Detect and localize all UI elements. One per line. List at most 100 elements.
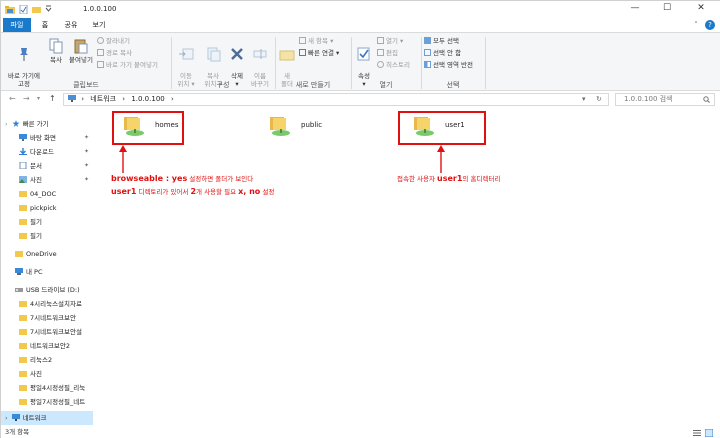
new-item-button[interactable]: 새 항목 ▾	[299, 36, 333, 46]
nav-item-notes-2[interactable]: 필기	[1, 229, 93, 243]
minimize-button[interactable]: —	[621, 1, 649, 16]
edit-icon	[377, 49, 384, 56]
copy-path-label: 경로 복사	[106, 49, 132, 57]
nav-item-label: 평일4시정성필_리눅	[30, 384, 86, 392]
quick-access-toolbar	[5, 4, 52, 15]
nav-usb-drive[interactable]: USB 드라이브 (D:)	[1, 283, 93, 297]
nav-this-pc[interactable]: 내 PC	[1, 265, 93, 279]
nav-item-label: 7시네트워크보안	[30, 314, 76, 322]
folder-icon	[19, 357, 27, 363]
paste-shortcut-label: 바로 가기 붙여넣기	[106, 61, 158, 69]
nav-usb-item[interactable]: 네트워크보안2	[1, 339, 93, 353]
annotation-text: 개 사용할 필요	[196, 188, 239, 196]
address-bar[interactable]: › 네트워크 › 1.0.0.100 › ▾ ↻	[63, 93, 609, 106]
annotation-bold: x, no	[238, 187, 261, 196]
help-icon[interactable]: ?	[705, 20, 715, 30]
nav-item-documents[interactable]: 문서 ✦	[1, 159, 93, 173]
nav-network[interactable]: › 네트워크	[1, 411, 93, 425]
folder-icon	[19, 191, 27, 197]
nav-usb-item[interactable]: 평일7시정성필_네트	[1, 395, 93, 409]
breadcrumb-host[interactable]: 1.0.0.100	[131, 95, 164, 103]
invert-selection-label: 선택 영역 반전	[433, 61, 474, 69]
open-label: 열기 ▾	[386, 37, 404, 45]
history-button[interactable]: 히스토리	[377, 60, 410, 70]
ribbon-tabs: 파일 홈 공유 보기 ˅ ?	[1, 18, 720, 32]
folder-icon	[19, 343, 27, 349]
new-folder-icon	[279, 50, 295, 61]
tab-file[interactable]: 파일	[3, 18, 31, 32]
nav-item-desktop[interactable]: 바탕 화면 ✦	[1, 131, 93, 145]
details-view-icon[interactable]	[693, 429, 701, 437]
folder-item[interactable]: public	[269, 115, 349, 145]
close-button[interactable]: ✕	[687, 1, 715, 16]
annotation-user1-directory: user1 디렉토리가 있어서 2개 사용할 필요 x, no 설정	[111, 186, 274, 196]
nav-item-notes[interactable]: 필기	[1, 215, 93, 229]
new-item-label: 새 항목 ▾	[308, 37, 334, 45]
ribbon-collapse-icon[interactable]: ˅	[691, 18, 701, 32]
clipboard-group-label: 클립보드	[73, 81, 99, 89]
up-button[interactable]: ↑	[49, 94, 56, 103]
computer-icon	[15, 268, 23, 275]
copy-button[interactable]: 복사	[45, 38, 67, 64]
nav-usb-item[interactable]: 7시네트워크보안설	[1, 325, 93, 339]
folder-icon	[19, 371, 27, 377]
nav-usb-item[interactable]: 7시네트워크보안	[1, 311, 93, 325]
organize-group-label: 구성	[216, 81, 230, 89]
paste-shortcut-icon	[97, 61, 104, 68]
edit-button[interactable]: 편집	[377, 48, 398, 58]
breadcrumb-network[interactable]: 네트워크	[90, 95, 116, 103]
large-icons-view-icon[interactable]	[705, 429, 713, 437]
copy-to-icon	[207, 47, 221, 62]
search-box[interactable]: 1.0.0.100 검색	[615, 93, 715, 106]
annotation-text: 접속한 사용자	[397, 175, 438, 183]
search-input[interactable]: 1.0.0.100 검색	[624, 95, 673, 103]
folder-icon	[19, 301, 27, 307]
breadcrumb-separator: ›	[122, 95, 126, 103]
easy-access-button[interactable]: 빠른 연결 ▾	[299, 48, 339, 58]
tab-home[interactable]: 홈	[37, 18, 53, 32]
forward-button[interactable]: →	[23, 94, 30, 103]
download-icon	[19, 148, 27, 155]
folder-name: public	[301, 121, 323, 129]
recent-locations-button[interactable]: ▾	[37, 95, 40, 102]
open-icon	[377, 37, 384, 44]
open-button[interactable]: 열기 ▾	[377, 36, 403, 46]
address-dropdown-button[interactable]: ▾	[582, 94, 586, 105]
annotation-arrow	[119, 145, 127, 173]
new-folder-icon[interactable]	[32, 5, 41, 14]
nav-usb-item[interactable]: 리눅스2	[1, 353, 93, 367]
maximize-button[interactable]: ☐	[653, 1, 681, 16]
annotation-home-directory: 접속한 사용자 user1의 홈디렉터리	[397, 173, 500, 183]
cut-button[interactable]: 잘라내기	[97, 36, 130, 46]
paste-shortcut-button[interactable]: 바로 가기 붙여넣기	[97, 60, 158, 70]
nav-item-04doc[interactable]: 04_DOC	[1, 187, 93, 201]
properties-icon[interactable]	[19, 5, 28, 14]
select-all-icon	[424, 37, 431, 44]
navigation-pane: › 빠른 가기 바탕 화면 ✦ 다운로드 ✦ 문서 ✦ 사진 ✦ 04_DOC pickp…	[1, 107, 93, 426]
nav-item-pickpick[interactable]: pickpick	[1, 201, 93, 215]
nav-item-pictures[interactable]: 사진 ✦	[1, 173, 93, 187]
tab-share[interactable]: 공유	[61, 18, 81, 32]
refresh-button[interactable]: ↻	[596, 94, 602, 105]
nav-quick-access-label: 빠른 가기	[22, 120, 49, 128]
tab-view[interactable]: 보기	[89, 18, 109, 32]
nav-usb-item[interactable]: 4시리눅스설치자료	[1, 297, 93, 311]
copy-path-button[interactable]: 경로 복사	[97, 48, 132, 58]
network-icon	[11, 414, 20, 421]
nav-quick-access[interactable]: › 빠른 가기	[1, 117, 93, 131]
nav-item-downloads[interactable]: 다운로드 ✦	[1, 145, 93, 159]
select-all-button[interactable]: 모두 선택	[424, 36, 459, 46]
back-button[interactable]: ←	[9, 94, 16, 103]
paste-button[interactable]: 붙여넣기	[67, 38, 95, 64]
invert-selection-button[interactable]: 선택 영역 반전	[424, 60, 473, 70]
highlight-box-homes	[112, 111, 184, 145]
select-none-button[interactable]: 선택 안 함	[424, 48, 461, 58]
network-location-icon	[68, 95, 76, 102]
nav-item-label: 바탕 화면	[30, 134, 56, 142]
customize-qat-icon[interactable]	[45, 5, 52, 14]
explorer-app-icon	[5, 5, 15, 14]
nav-onedrive[interactable]: OneDrive	[1, 247, 93, 261]
nav-usb-item[interactable]: 사진	[1, 367, 93, 381]
nav-item-label: 네트워크보안2	[30, 342, 71, 350]
nav-usb-item[interactable]: 평일4시정성필_리눅	[1, 381, 93, 395]
